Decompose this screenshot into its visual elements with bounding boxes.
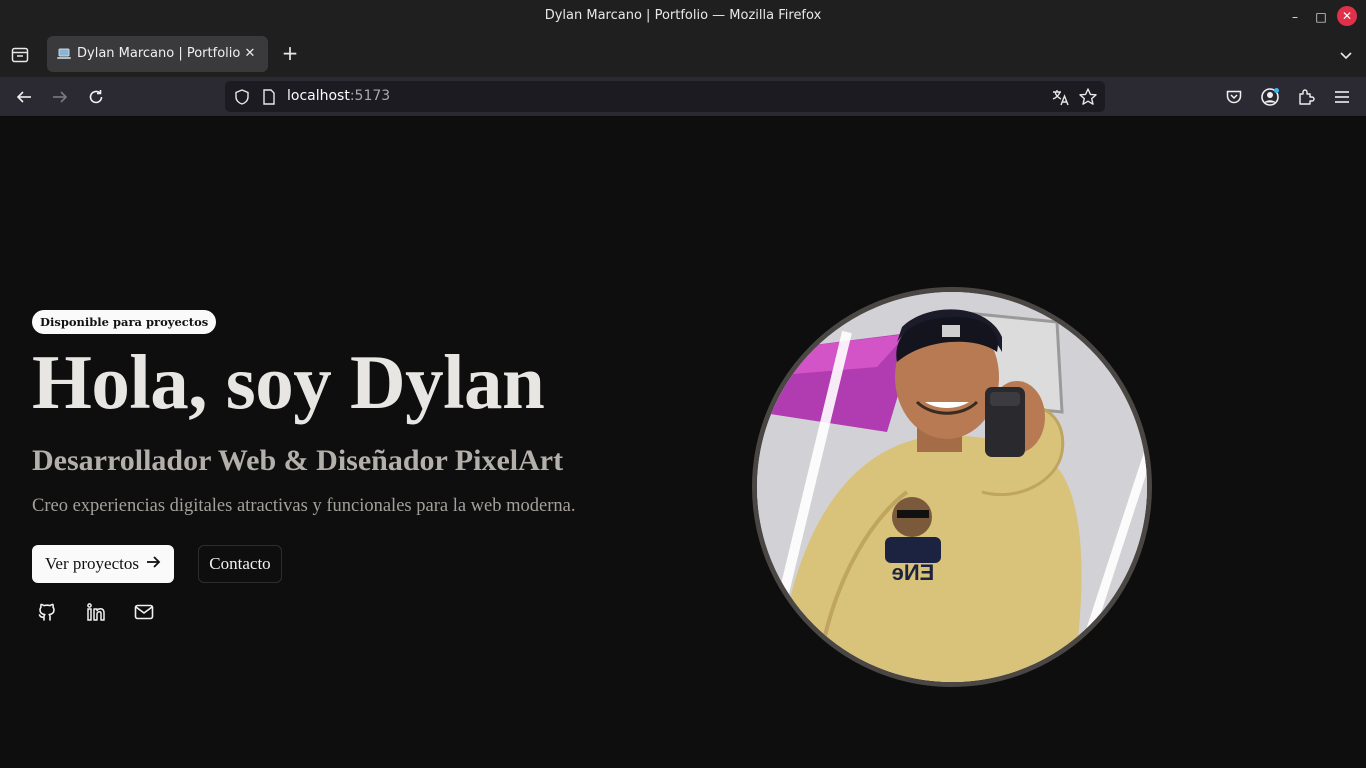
firefox-view-icon[interactable]	[8, 43, 32, 67]
contact-button[interactable]: Contacto	[198, 545, 282, 583]
pocket-icon[interactable]	[1222, 85, 1246, 109]
chevron-down-icon[interactable]	[1336, 45, 1356, 65]
forward-icon[interactable]	[48, 85, 72, 109]
back-icon[interactable]	[12, 85, 36, 109]
url-text[interactable]: localhost:5173	[287, 88, 390, 104]
new-tab-button[interactable]: +	[280, 43, 300, 65]
maximize-button[interactable]: □	[1310, 6, 1332, 28]
linkedin-icon[interactable]	[84, 600, 108, 624]
view-projects-button[interactable]: Ver proyectos	[32, 545, 174, 583]
tab-portfolio[interactable]: Dylan Marcano | Portfolio ✕	[47, 36, 268, 72]
window-titlebar: Dylan Marcano | Portfolio — Mozilla Fire…	[0, 0, 1366, 33]
address-bar[interactable]: localhost:5173	[225, 81, 1105, 112]
window-title: Dylan Marcano | Portfolio — Mozilla Fire…	[544, 8, 822, 23]
reload-icon[interactable]	[84, 85, 108, 109]
star-icon[interactable]	[1078, 87, 1098, 107]
page-viewport: Disponible para proyectos Hola, soy Dyla…	[0, 118, 1366, 768]
hero-title: Hola, soy Dylan	[32, 339, 545, 425]
navigation-toolbar: localhost:5173	[0, 77, 1366, 117]
menu-icon[interactable]	[1330, 85, 1354, 109]
laptop-icon	[56, 46, 72, 62]
mail-icon[interactable]	[132, 600, 156, 624]
close-window-button[interactable]: ✕	[1337, 6, 1357, 26]
account-icon[interactable]	[1258, 85, 1282, 109]
view-projects-label: Ver proyectos	[45, 554, 139, 573]
hero-description: Creo experiencias digitales atractivas y…	[32, 496, 576, 516]
page-icon[interactable]	[261, 88, 277, 106]
svg-text:ɘИƎ: ɘИƎ	[892, 560, 935, 585]
extensions-icon[interactable]	[1294, 85, 1318, 109]
tab-bar: Dylan Marcano | Portfolio ✕ +	[0, 33, 1366, 77]
shield-icon[interactable]	[233, 88, 251, 106]
translate-icon[interactable]	[1051, 87, 1071, 107]
url-host: localhost	[287, 88, 350, 104]
availability-badge: Disponible para proyectos	[32, 310, 217, 334]
github-icon[interactable]	[35, 600, 59, 624]
profile-photo: ɘИƎ	[752, 287, 1152, 687]
tab-title: Dylan Marcano | Portfolio	[77, 46, 241, 61]
hero-subtitle: Desarrollador Web & Diseñador PixelArt	[32, 444, 564, 477]
minimize-button[interactable]: –	[1284, 6, 1306, 28]
tab-close-icon[interactable]: ✕	[242, 45, 258, 61]
arrow-right-icon	[145, 554, 161, 575]
url-port: :5173	[349, 88, 391, 104]
